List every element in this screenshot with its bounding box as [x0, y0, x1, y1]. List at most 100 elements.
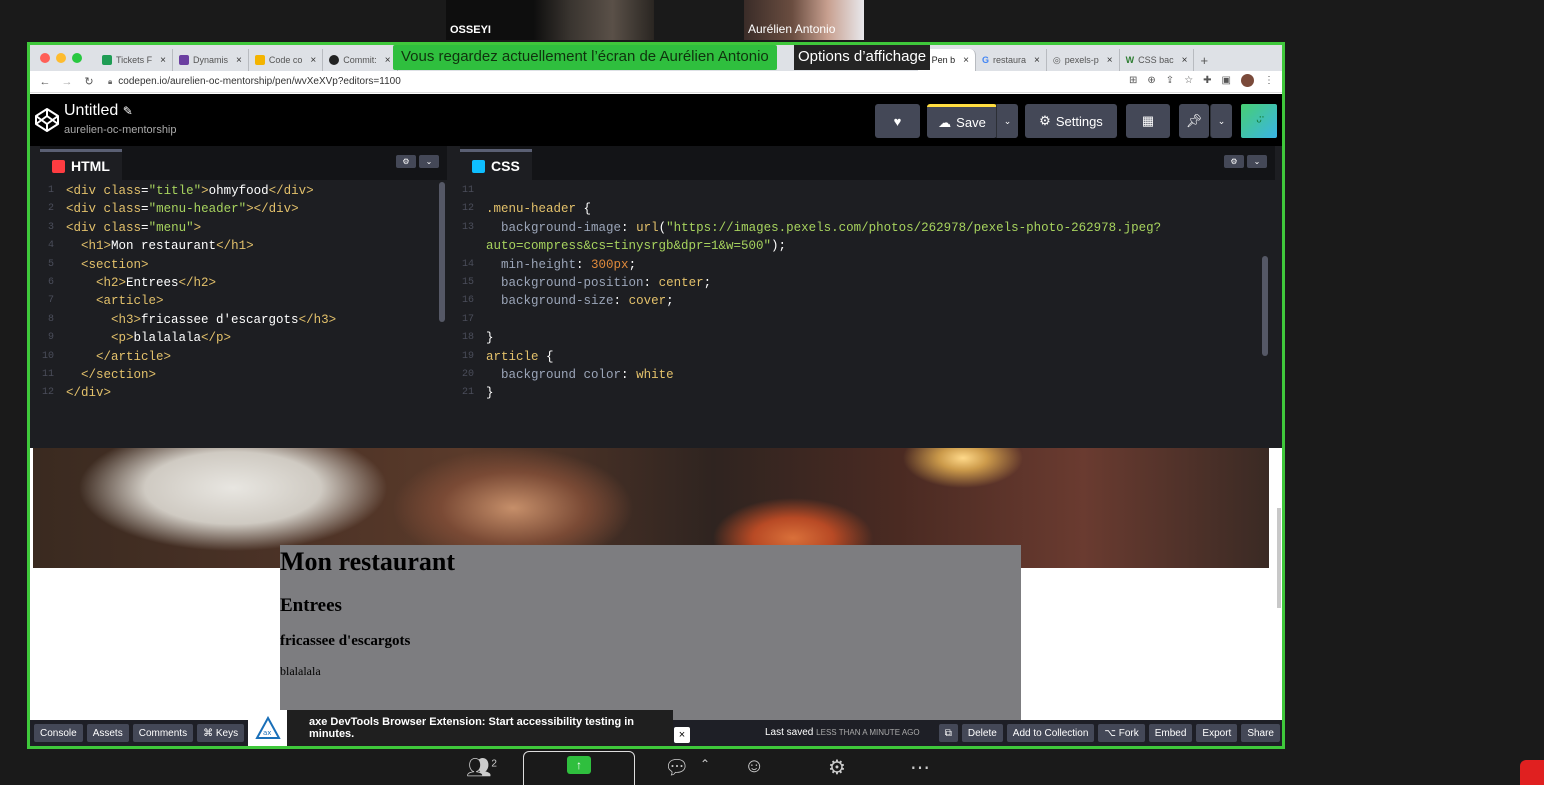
- editor-scrollbar[interactable]: [439, 182, 445, 322]
- translate-icon[interactable]: ⊞: [1129, 75, 1137, 86]
- bookmark-star-icon[interactable]: ☆: [1184, 75, 1193, 86]
- close-icon[interactable]: ×: [310, 55, 316, 66]
- sidebar-icon[interactable]: ▣: [1222, 75, 1231, 86]
- close-icon[interactable]: ×: [1107, 55, 1113, 66]
- gear-icon[interactable]: ⚙: [1224, 155, 1244, 168]
- browser-tab[interactable]: Grestaura ×: [976, 49, 1047, 71]
- embed-button[interactable]: Embed: [1148, 724, 1193, 742]
- close-icon[interactable]: ×: [385, 55, 391, 66]
- code-line[interactable]: 13 background-image: url("https://images…: [460, 219, 1275, 237]
- pen-title[interactable]: Untitled ✎: [64, 102, 133, 120]
- css-editor[interactable]: CSS ⚙ ⌄ 11 12 .menu-header {13 background-…: [460, 146, 1275, 434]
- apps-button[interactable]: ⚙: [828, 755, 846, 780]
- code-line[interactable]: 20 background color: white: [460, 366, 1275, 384]
- console-button[interactable]: Console: [34, 724, 83, 742]
- view-options-button[interactable]: Options d’affichage: [794, 45, 931, 70]
- share-icon[interactable]: ⇪: [1166, 75, 1174, 86]
- gear-icon[interactable]: ⚙: [396, 155, 416, 168]
- pin-dropdown-button[interactable]: ⌄: [1210, 104, 1232, 138]
- browser-tab[interactable]: Code co ×: [249, 49, 324, 71]
- extensions-icon[interactable]: ✚: [1203, 75, 1211, 86]
- like-button[interactable]: ♥: [875, 104, 920, 138]
- chat-chevron-icon[interactable]: ⌃: [700, 757, 710, 771]
- codepen-logo-icon[interactable]: [34, 107, 60, 133]
- export-button[interactable]: Export: [1196, 724, 1238, 742]
- css-editor-tab[interactable]: CSS: [460, 149, 532, 180]
- code-line[interactable]: 3 <div class="menu">: [40, 219, 447, 237]
- minimize-window-button[interactable]: [56, 53, 66, 63]
- close-window-button[interactable]: [40, 53, 50, 63]
- delete-button[interactable]: Delete: [961, 724, 1003, 742]
- close-icon[interactable]: ×: [1182, 55, 1188, 66]
- code-line[interactable]: 6 <h2>Entrees</h2>: [40, 274, 447, 292]
- menu-dots-icon[interactable]: ⋮: [1264, 75, 1274, 86]
- code-line[interactable]: 16 background-size: cover;: [460, 292, 1275, 310]
- code-line[interactable]: 19 article {: [460, 348, 1275, 366]
- code-line[interactable]: 12 </div>: [40, 384, 447, 402]
- code-line[interactable]: 15 background-position: center;: [460, 274, 1275, 292]
- html-editor-tab[interactable]: HTML: [40, 149, 122, 180]
- editor-scrollbar[interactable]: [1262, 256, 1268, 356]
- code-line[interactable]: 11 </section>: [40, 366, 447, 384]
- browser-tab[interactable]: Dynamis ×: [173, 49, 249, 71]
- html-editor[interactable]: HTML ⚙ ⌄ 1 <div class="title">ohmyfood</d…: [40, 146, 447, 434]
- chevron-down-icon[interactable]: ⌄: [419, 155, 439, 168]
- edit-pencil-icon[interactable]: ✎: [123, 104, 133, 118]
- preview-scrollbar[interactable]: [1277, 508, 1281, 608]
- end-meeting-button[interactable]: [1520, 760, 1544, 785]
- axe-extension-banner[interactable]: ax axe DevTools Browser Extension: Start…: [248, 710, 673, 746]
- code-line[interactable]: 1 <div class="title">ohmyfood</div>: [40, 182, 447, 200]
- browser-tab[interactable]: ◎ pexels-p ×: [1047, 49, 1120, 71]
- chat-button[interactable]: 💬︎: [664, 755, 689, 780]
- save-dropdown-button[interactable]: ⌄: [996, 104, 1018, 138]
- close-icon[interactable]: ×: [963, 55, 969, 66]
- save-button[interactable]: ☁ Save: [927, 104, 997, 138]
- profile-avatar[interactable]: [1241, 74, 1254, 87]
- browser-tab[interactable]: Tickets F ×: [96, 49, 174, 71]
- keys-button[interactable]: ⌘ Keys: [197, 724, 245, 742]
- css-code[interactable]: 11 12 .menu-header {13 background-image: u…: [460, 180, 1275, 403]
- forward-icon[interactable]: →: [60, 76, 74, 88]
- reactions-button[interactable]: ☺︎: [744, 755, 764, 778]
- code-line[interactable]: auto=compress&cs=tinysrgb&dpr=1&w=500");: [460, 237, 1275, 255]
- more-button[interactable]: ⋯: [910, 755, 930, 780]
- browser-tab[interactable]: W CSS bac ×: [1120, 49, 1195, 71]
- user-avatar[interactable]: ᵕ̈: [1241, 104, 1277, 138]
- chevron-down-icon[interactable]: ⌄: [1247, 155, 1267, 168]
- participant-video-aurelien[interactable]: Aurélien Antonio: [744, 0, 864, 40]
- new-tab-button[interactable]: +: [1194, 49, 1214, 71]
- browser-tab[interactable]: Commit: ×: [323, 49, 398, 71]
- settings-button[interactable]: ⚙ Settings: [1025, 104, 1117, 138]
- comments-button[interactable]: Comments: [132, 724, 194, 742]
- code-line[interactable]: 17: [460, 311, 1275, 329]
- code-line[interactable]: 12 .menu-header {: [460, 200, 1275, 218]
- fork-button[interactable]: ⌥ Fork: [1098, 724, 1145, 742]
- pen-owner[interactable]: aurelien-oc-mentorship: [64, 124, 177, 136]
- add-to-collection-button[interactable]: Add to Collection: [1006, 724, 1095, 742]
- change-view-button[interactable]: ▦: [1126, 104, 1170, 138]
- share-button[interactable]: Share: [1241, 724, 1280, 742]
- code-line[interactable]: 10 </article>: [40, 348, 447, 366]
- code-line[interactable]: 2 <div class="menu-header"></div>: [40, 200, 447, 218]
- code-line[interactable]: 14 min-height: 300px;: [460, 256, 1275, 274]
- zoom-icon[interactable]: ⊕: [1147, 75, 1155, 86]
- code-line[interactable]: 8 <h3>fricassee d'escargots</h3>: [40, 311, 447, 329]
- code-line[interactable]: 4 <h1>Mon restaurant</h1>: [40, 237, 447, 255]
- code-line[interactable]: 21}: [460, 384, 1275, 402]
- participants-button[interactable]: 👥︎2: [466, 755, 497, 780]
- reload-icon[interactable]: ↻: [82, 75, 96, 88]
- close-icon[interactable]: ×: [160, 55, 166, 66]
- code-line[interactable]: 18}: [460, 329, 1275, 347]
- code-line[interactable]: 7 <article>: [40, 292, 447, 310]
- maximize-window-button[interactable]: [72, 53, 82, 63]
- code-line[interactable]: 9 <p>blalalala</p>: [40, 329, 447, 347]
- close-icon[interactable]: ×: [674, 727, 690, 743]
- html-code[interactable]: 1 <div class="title">ohmyfood</div> 2 <div …: [40, 180, 447, 403]
- participant-video-osseyi[interactable]: OSSEYI: [446, 0, 654, 40]
- code-line[interactable]: 11: [460, 182, 1275, 200]
- code-line[interactable]: 5 <section>: [40, 256, 447, 274]
- assets-button[interactable]: Assets: [86, 724, 129, 742]
- pin-button[interactable]: 📌︎: [1179, 104, 1209, 138]
- open-external-button[interactable]: ⧉: [938, 724, 958, 742]
- back-icon[interactable]: ←: [38, 76, 52, 88]
